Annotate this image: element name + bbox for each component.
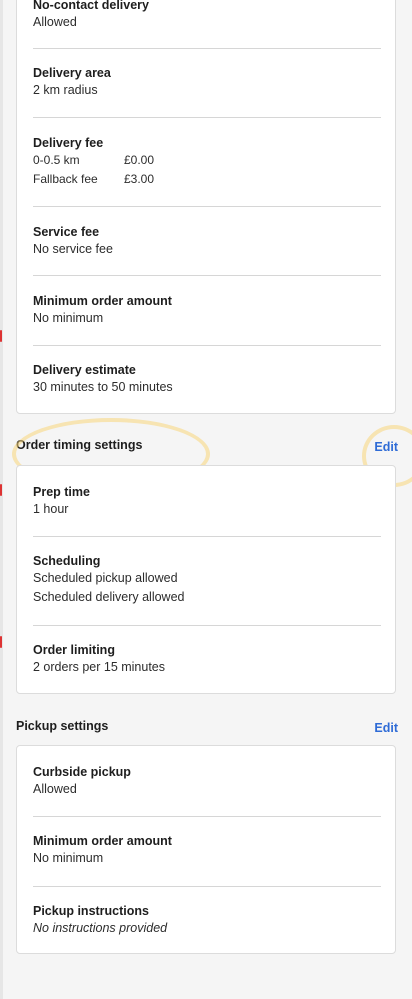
- row-title: Curbside pickup: [33, 765, 131, 779]
- annotation-mark: [0, 636, 2, 648]
- row-value: 2 orders per 15 minutes: [33, 660, 166, 674]
- divider: [33, 345, 381, 346]
- no-contact-delivery-row: No-contact delivery Allowed: [33, 0, 381, 32]
- row-value: No instructions provided: [33, 921, 168, 935]
- order-timing-header: Order timing settings Edit: [16, 435, 398, 455]
- row-value: 1 hour: [33, 502, 69, 516]
- divider: [33, 206, 381, 207]
- order-timing-card: Prep time 1 hour Scheduling Scheduled pi…: [16, 465, 396, 694]
- section-title: Pickup settings: [16, 719, 109, 733]
- divider: [33, 275, 381, 276]
- row-title: Delivery area: [33, 66, 111, 80]
- pickup-minimum-order-row: Minimum order amount No minimum: [33, 833, 381, 868]
- row-title: Service fee: [33, 225, 100, 239]
- pickup-settings-card: Curbside pickup Allowed Minimum order am…: [16, 745, 396, 954]
- divider: [33, 48, 381, 49]
- divider: [33, 886, 381, 887]
- row-title: Delivery estimate: [33, 363, 136, 377]
- pickup-edit-link[interactable]: Edit: [374, 718, 398, 738]
- row-value: 30 minutes to 50 minutes: [33, 380, 173, 394]
- row-value: Allowed: [33, 15, 77, 29]
- row-value: Allowed: [33, 782, 77, 796]
- section-title: Order timing settings: [16, 438, 143, 452]
- fee-line: Fallback fee £3.00: [33, 170, 381, 189]
- curbside-pickup-row: Curbside pickup Allowed: [33, 764, 381, 799]
- fee-value: £3.00: [124, 172, 155, 186]
- scheduling-row: Scheduling Scheduled pickup allowed Sche…: [33, 553, 381, 607]
- row-title: No-contact delivery: [33, 0, 150, 12]
- pickup-instructions-row: Pickup instructions No instructions prov…: [33, 903, 381, 938]
- delivery-area-row: Delivery area 2 km radius: [33, 65, 381, 100]
- row-title: Minimum order amount: [33, 294, 172, 308]
- row-value: 2 km radius: [33, 83, 98, 97]
- delivery-estimate-row: Delivery estimate 30 minutes to 50 minut…: [33, 362, 381, 397]
- row-title: Order limiting: [33, 643, 115, 657]
- row-value: No minimum: [33, 851, 104, 865]
- row-title: Prep time: [33, 485, 90, 499]
- divider: [33, 816, 381, 817]
- pickup-settings-header: Pickup settings Edit: [16, 716, 398, 736]
- row-title: Pickup instructions: [33, 904, 149, 918]
- annotation-mark: [0, 330, 2, 342]
- delivery-settings-card: No-contact delivery Allowed Delivery are…: [16, 0, 396, 414]
- delivery-fee-row: Delivery fee 0-0.5 km £0.00 Fallback fee…: [33, 135, 381, 189]
- row-title: Delivery fee: [33, 136, 104, 150]
- row-value: No minimum: [33, 311, 104, 325]
- divider: [33, 625, 381, 626]
- panel-left-edge: [0, 0, 3, 999]
- fee-line: 0-0.5 km £0.00: [33, 151, 381, 170]
- order-limiting-row: Order limiting 2 orders per 15 minutes: [33, 642, 381, 677]
- divider: [33, 536, 381, 537]
- fee-value: £0.00: [124, 153, 155, 167]
- fee-label: 0-0.5 km: [33, 153, 80, 167]
- minimum-order-row: Minimum order amount No minimum: [33, 293, 381, 328]
- annotation-mark: [0, 484, 2, 496]
- row-value: Scheduled pickup allowed: [33, 571, 178, 585]
- row-title: Minimum order amount: [33, 834, 172, 848]
- row-value: Scheduled delivery allowed: [33, 590, 185, 604]
- prep-time-row: Prep time 1 hour: [33, 484, 381, 519]
- row-value: No service fee: [33, 242, 113, 256]
- service-fee-row: Service fee No service fee: [33, 224, 381, 259]
- row-title: Scheduling: [33, 554, 101, 568]
- divider: [33, 117, 381, 118]
- order-timing-edit-link[interactable]: Edit: [374, 437, 398, 457]
- fee-label: Fallback fee: [33, 172, 98, 186]
